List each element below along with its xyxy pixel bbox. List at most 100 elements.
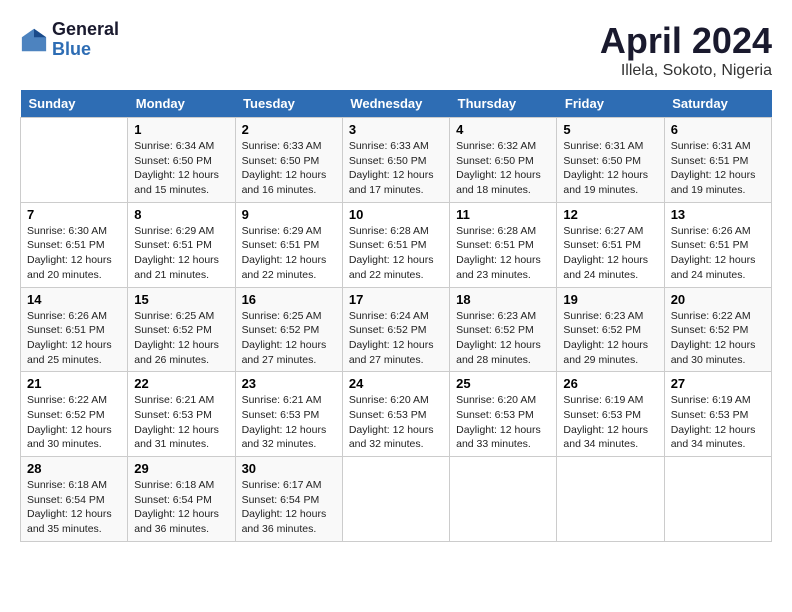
- calendar-week-row: 7 Sunrise: 6:30 AM Sunset: 6:51 PM Daylig…: [21, 202, 772, 287]
- calendar-cell: 8 Sunrise: 6:29 AM Sunset: 6:51 PM Daylig…: [128, 202, 235, 287]
- day-number: 24: [349, 376, 443, 391]
- day-number: 23: [242, 376, 336, 391]
- calendar-cell: 27 Sunrise: 6:19 AM Sunset: 6:53 PM Dayli…: [664, 372, 771, 457]
- day-number: 21: [27, 376, 121, 391]
- logo-text: General Blue: [52, 20, 119, 60]
- day-number: 22: [134, 376, 228, 391]
- day-number: 1: [134, 122, 228, 137]
- calendar-week-row: 21 Sunrise: 6:22 AM Sunset: 6:52 PM Dayli…: [21, 372, 772, 457]
- day-number: 18: [456, 292, 550, 307]
- day-info: Sunrise: 6:25 AM Sunset: 6:52 PM Dayligh…: [242, 309, 336, 368]
- calendar-cell: 30 Sunrise: 6:17 AM Sunset: 6:54 PM Dayli…: [235, 457, 342, 542]
- day-number: 6: [671, 122, 765, 137]
- calendar-cell: 14Sunrise: 6:26 AM Sunset: 6:51 PM Dayli…: [21, 287, 128, 372]
- column-header-wednesday: Wednesday: [342, 90, 449, 118]
- day-number: 25: [456, 376, 550, 391]
- day-number: 20: [671, 292, 765, 307]
- day-info: Sunrise: 6:29 AM Sunset: 6:51 PM Dayligh…: [242, 224, 336, 283]
- day-info: Sunrise: 6:33 AM Sunset: 6:50 PM Dayligh…: [242, 139, 336, 198]
- day-number: 16: [242, 292, 336, 307]
- calendar-cell: [342, 457, 449, 542]
- column-header-friday: Friday: [557, 90, 664, 118]
- calendar-cell: [557, 457, 664, 542]
- calendar-cell: 9 Sunrise: 6:29 AM Sunset: 6:51 PM Daylig…: [235, 202, 342, 287]
- day-info: Sunrise: 6:23 AM Sunset: 6:52 PM Dayligh…: [563, 309, 657, 368]
- calendar-cell: 25 Sunrise: 6:20 AM Sunset: 6:53 PM Dayli…: [450, 372, 557, 457]
- day-number: 7: [27, 207, 121, 222]
- logo-blue: Blue: [52, 40, 119, 60]
- calendar-week-row: 14Sunrise: 6:26 AM Sunset: 6:51 PM Dayli…: [21, 287, 772, 372]
- calendar-cell: 15 Sunrise: 6:25 AM Sunset: 6:52 PM Dayli…: [128, 287, 235, 372]
- calendar-cell: 2 Sunrise: 6:33 AM Sunset: 6:50 PM Daylig…: [235, 118, 342, 203]
- day-info: Sunrise: 6:19 AM Sunset: 6:53 PM Dayligh…: [671, 393, 765, 452]
- day-info: Sunrise: 6:33 AM Sunset: 6:50 PM Dayligh…: [349, 139, 443, 198]
- day-info: Sunrise: 6:18 AM Sunset: 6:54 PM Dayligh…: [27, 478, 121, 537]
- day-number: 27: [671, 376, 765, 391]
- day-info: Sunrise: 6:30 AM Sunset: 6:51 PM Dayligh…: [27, 224, 121, 283]
- logo-icon: [20, 26, 48, 54]
- day-number: 10: [349, 207, 443, 222]
- logo-general: General: [52, 20, 119, 40]
- day-number: 9: [242, 207, 336, 222]
- calendar-cell: 10 Sunrise: 6:28 AM Sunset: 6:51 PM Dayli…: [342, 202, 449, 287]
- day-number: 11: [456, 207, 550, 222]
- day-info: Sunrise: 6:17 AM Sunset: 6:54 PM Dayligh…: [242, 478, 336, 537]
- calendar-cell: 18Sunrise: 6:23 AM Sunset: 6:52 PM Dayli…: [450, 287, 557, 372]
- calendar-cell: 29 Sunrise: 6:18 AM Sunset: 6:54 PM Dayli…: [128, 457, 235, 542]
- column-header-sunday: Sunday: [21, 90, 128, 118]
- calendar-cell: 26Sunrise: 6:19 AM Sunset: 6:53 PM Dayli…: [557, 372, 664, 457]
- calendar-cell: [450, 457, 557, 542]
- day-info: Sunrise: 6:22 AM Sunset: 6:52 PM Dayligh…: [671, 309, 765, 368]
- day-number: 30: [242, 461, 336, 476]
- calendar-week-row: 1 Sunrise: 6:34 AM Sunset: 6:50 PM Daylig…: [21, 118, 772, 203]
- day-info: Sunrise: 6:31 AM Sunset: 6:50 PM Dayligh…: [563, 139, 657, 198]
- day-number: 29: [134, 461, 228, 476]
- day-info: Sunrise: 6:20 AM Sunset: 6:53 PM Dayligh…: [349, 393, 443, 452]
- logo: General Blue: [20, 20, 119, 60]
- calendar-cell: 6Sunrise: 6:31 AM Sunset: 6:51 PM Daylig…: [664, 118, 771, 203]
- day-info: Sunrise: 6:28 AM Sunset: 6:51 PM Dayligh…: [349, 224, 443, 283]
- calendar-cell: 22Sunrise: 6:21 AM Sunset: 6:53 PM Dayli…: [128, 372, 235, 457]
- day-number: 19: [563, 292, 657, 307]
- day-info: Sunrise: 6:32 AM Sunset: 6:50 PM Dayligh…: [456, 139, 550, 198]
- day-number: 4: [456, 122, 550, 137]
- column-header-tuesday: Tuesday: [235, 90, 342, 118]
- calendar-header-row: SundayMondayTuesdayWednesdayThursdayFrid…: [21, 90, 772, 118]
- day-number: 14: [27, 292, 121, 307]
- day-number: 17: [349, 292, 443, 307]
- day-info: Sunrise: 6:22 AM Sunset: 6:52 PM Dayligh…: [27, 393, 121, 452]
- calendar-cell: 3 Sunrise: 6:33 AM Sunset: 6:50 PM Daylig…: [342, 118, 449, 203]
- day-number: 5: [563, 122, 657, 137]
- column-header-thursday: Thursday: [450, 90, 557, 118]
- calendar-cell: 23Sunrise: 6:21 AM Sunset: 6:53 PM Dayli…: [235, 372, 342, 457]
- day-number: 15: [134, 292, 228, 307]
- subtitle: Illela, Sokoto, Nigeria: [600, 62, 772, 80]
- day-info: Sunrise: 6:34 AM Sunset: 6:50 PM Dayligh…: [134, 139, 228, 198]
- day-info: Sunrise: 6:28 AM Sunset: 6:51 PM Dayligh…: [456, 224, 550, 283]
- day-number: 12: [563, 207, 657, 222]
- calendar-cell: 12 Sunrise: 6:27 AM Sunset: 6:51 PM Dayli…: [557, 202, 664, 287]
- calendar-cell: 19 Sunrise: 6:23 AM Sunset: 6:52 PM Dayli…: [557, 287, 664, 372]
- day-info: Sunrise: 6:25 AM Sunset: 6:52 PM Dayligh…: [134, 309, 228, 368]
- day-number: 28: [27, 461, 121, 476]
- calendar-cell: 17Sunrise: 6:24 AM Sunset: 6:52 PM Dayli…: [342, 287, 449, 372]
- day-number: 2: [242, 122, 336, 137]
- calendar-table: SundayMondayTuesdayWednesdayThursdayFrid…: [20, 90, 772, 542]
- calendar-cell: 28 Sunrise: 6:18 AM Sunset: 6:54 PM Dayli…: [21, 457, 128, 542]
- day-number: 3: [349, 122, 443, 137]
- column-header-saturday: Saturday: [664, 90, 771, 118]
- calendar-cell: 24 Sunrise: 6:20 AM Sunset: 6:53 PM Dayli…: [342, 372, 449, 457]
- calendar-cell: 16 Sunrise: 6:25 AM Sunset: 6:52 PM Dayli…: [235, 287, 342, 372]
- calendar-cell: [664, 457, 771, 542]
- calendar-cell: [21, 118, 128, 203]
- day-number: 13: [671, 207, 765, 222]
- calendar-cell: 7 Sunrise: 6:30 AM Sunset: 6:51 PM Daylig…: [21, 202, 128, 287]
- calendar-cell: 13Sunrise: 6:26 AM Sunset: 6:51 PM Dayli…: [664, 202, 771, 287]
- day-info: Sunrise: 6:27 AM Sunset: 6:51 PM Dayligh…: [563, 224, 657, 283]
- day-info: Sunrise: 6:18 AM Sunset: 6:54 PM Dayligh…: [134, 478, 228, 537]
- calendar-cell: 1 Sunrise: 6:34 AM Sunset: 6:50 PM Daylig…: [128, 118, 235, 203]
- day-number: 8: [134, 207, 228, 222]
- day-info: Sunrise: 6:29 AM Sunset: 6:51 PM Dayligh…: [134, 224, 228, 283]
- day-number: 26: [563, 376, 657, 391]
- day-info: Sunrise: 6:20 AM Sunset: 6:53 PM Dayligh…: [456, 393, 550, 452]
